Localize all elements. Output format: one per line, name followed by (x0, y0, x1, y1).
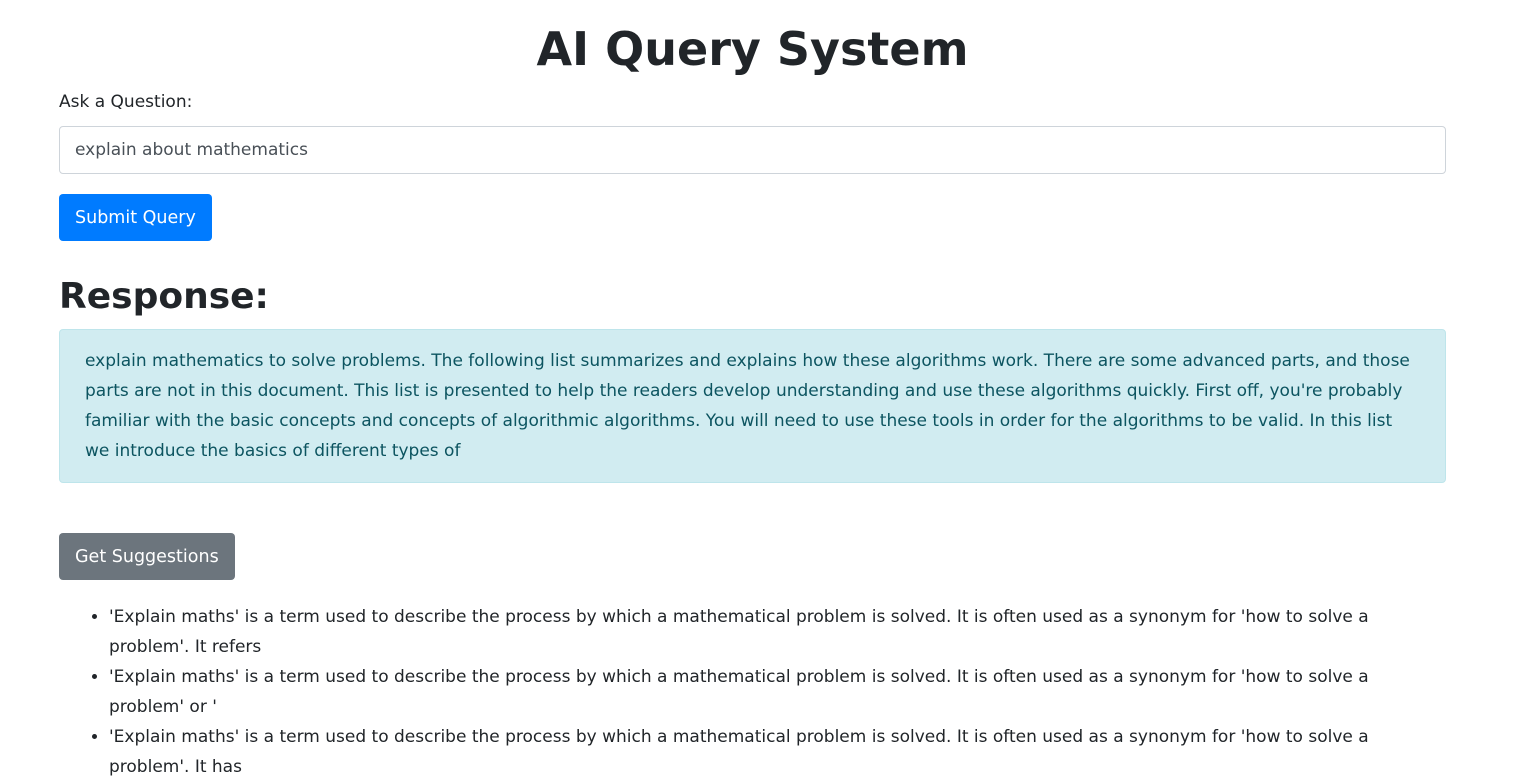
suggestions-section: Get Suggestions 'Explain maths' is a ter… (59, 533, 1446, 777)
question-input[interactable] (59, 126, 1446, 174)
suggestion-item: 'Explain maths' is a term used to descri… (109, 722, 1446, 777)
suggestions-list: 'Explain maths' is a term used to descri… (59, 602, 1446, 777)
question-label: Ask a Question: (59, 92, 193, 112)
suggestion-item: 'Explain maths' is a term used to descri… (109, 602, 1446, 662)
suggestion-item: 'Explain maths' is a term used to descri… (109, 662, 1446, 722)
get-suggestions-button[interactable]: Get Suggestions (59, 533, 235, 580)
submit-query-button[interactable]: Submit Query (59, 194, 212, 241)
response-text: explain mathematics to solve problems. T… (59, 329, 1446, 483)
main-container: AI Query System Ask a Question: Submit Q… (59, 0, 1446, 777)
response-heading: Response: (59, 276, 269, 317)
query-form: Ask a Question: Submit Query (59, 90, 1446, 241)
page-title: AI Query System (536, 22, 969, 76)
